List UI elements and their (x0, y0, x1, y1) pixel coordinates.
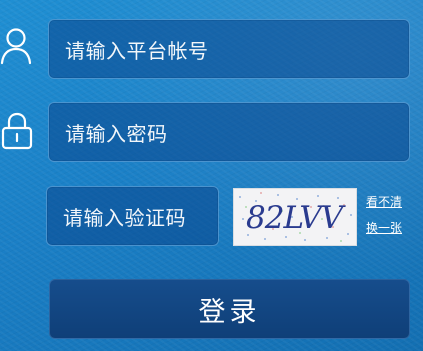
user-icon (0, 28, 34, 65)
captcha-unclear-link[interactable]: 看不清 (366, 194, 414, 210)
captcha-image[interactable]: 82LVV (233, 188, 357, 246)
account-placeholder: 请输入平台帐号 (65, 38, 209, 63)
password-placeholder: 请输入密码 (65, 121, 168, 146)
captcha-placeholder: 请输入验证码 (63, 205, 186, 230)
captcha-code: 82LVV (246, 200, 347, 236)
lock-icon (0, 112, 34, 150)
account-input[interactable]: 请输入平台帐号 (48, 19, 410, 79)
login-button[interactable]: 登录 (49, 279, 410, 339)
captcha-refresh-link[interactable]: 换一张 (366, 220, 414, 236)
password-input[interactable]: 请输入密码 (48, 102, 410, 162)
captcha-input[interactable]: 请输入验证码 (46, 186, 219, 246)
captcha-links: 看不清 换一张 (366, 194, 414, 236)
